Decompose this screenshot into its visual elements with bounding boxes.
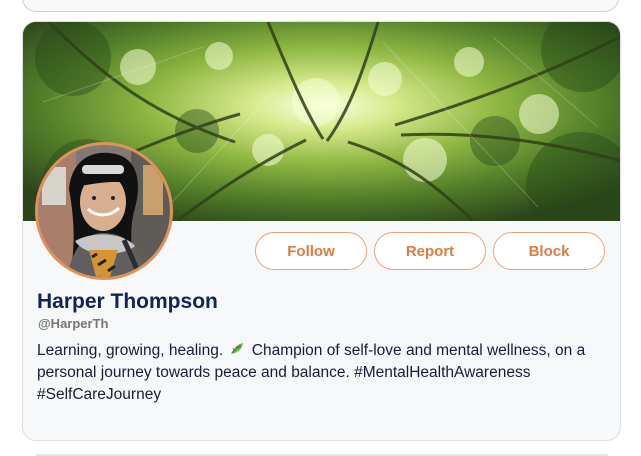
leaf-icon [229, 341, 245, 357]
profile-actions: Follow Report Block [255, 232, 605, 270]
previous-profile-card [22, 0, 619, 12]
report-button[interactable]: Report [374, 232, 486, 270]
person-portrait-image [38, 145, 170, 277]
follow-button[interactable]: Follow [255, 232, 367, 270]
block-button[interactable]: Block [493, 232, 605, 270]
profile-name: Harper Thompson [37, 290, 218, 313]
profile-bio: Learning, growing, healing. Champion of … [37, 340, 609, 406]
bio-text-before-icon: Learning, growing, healing. [37, 342, 224, 359]
profile-handle: @HarperTh [38, 316, 109, 331]
profile-card: Follow Report Block Harper Thompson @Har… [22, 21, 621, 441]
profile-avatar[interactable] [35, 142, 173, 280]
